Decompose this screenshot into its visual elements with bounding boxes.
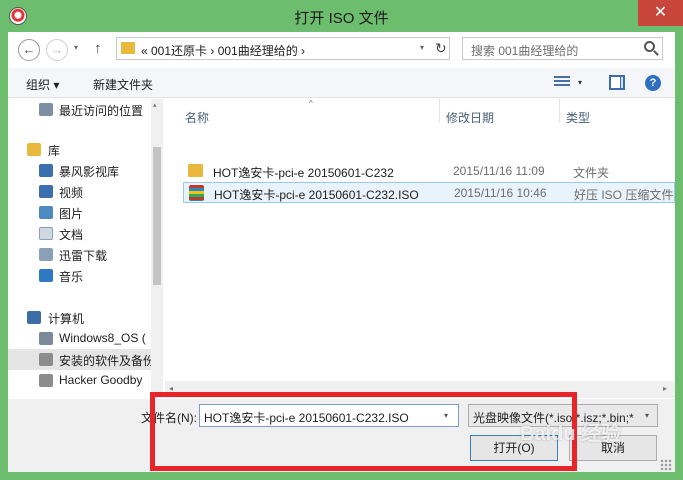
breadcrumb[interactable]: « 001还原卡 › 001曲经理给的 › xyxy=(141,42,305,59)
drive-icon xyxy=(39,332,53,345)
pictures-icon xyxy=(39,206,53,219)
download-icon xyxy=(39,248,53,261)
computer-icon xyxy=(27,311,41,324)
command-bar: 组织 ▾ 新建文件夹 ▾ ? xyxy=(8,68,675,98)
column-divider[interactable] xyxy=(439,99,440,123)
column-header-type[interactable]: 类型 xyxy=(566,109,590,126)
video-icon xyxy=(39,185,53,198)
library-icon xyxy=(27,143,41,156)
sort-indicator-icon: ^ xyxy=(309,99,313,108)
folder-icon xyxy=(188,164,203,177)
music-icon xyxy=(39,269,53,282)
sidebar-item-hacker-drive[interactable]: Hacker Goodby xyxy=(8,370,151,391)
table-row[interactable]: HOT逸安卡-pci-e 20150601-C232.ISO 2015/11/1… xyxy=(183,182,675,203)
column-header-name[interactable]: 名称 xyxy=(185,109,209,126)
highlight-annotation xyxy=(150,392,577,471)
help-icon[interactable]: ? xyxy=(645,75,661,91)
address-bar[interactable]: « 001还原卡 › 001曲经理给的 › ▾ ↻ xyxy=(116,37,450,60)
recent-locations-dropdown[interactable]: ▾ xyxy=(74,43,78,52)
resize-grip[interactable] xyxy=(660,459,672,471)
file-list: ^ 名称 修改日期 类型 HOT逸安卡-pci-e 20150601-C232 … xyxy=(165,99,675,399)
preview-pane-icon[interactable] xyxy=(609,75,625,90)
column-divider[interactable] xyxy=(559,99,560,123)
folder-icon xyxy=(121,42,135,54)
sidebar-item-software-drive[interactable]: 安装的软件及备份 xyxy=(8,349,155,370)
title-bar: 打开 ISO 文件 ✕ xyxy=(0,0,683,32)
change-view-icon[interactable] xyxy=(554,76,570,88)
watermark: Baidu 经验 xyxy=(520,423,622,445)
sidebar-item-documents[interactable]: 文档 xyxy=(8,223,151,244)
sidebar-item-baofeng[interactable]: 暴风影视库 xyxy=(8,160,151,181)
column-header-date[interactable]: 修改日期 xyxy=(446,109,494,126)
view-dropdown-icon[interactable]: ▾ xyxy=(578,78,582,87)
scroll-thumb[interactable] xyxy=(153,147,161,285)
search-icon[interactable] xyxy=(644,41,655,52)
back-button[interactable]: ← xyxy=(18,39,40,61)
documents-icon xyxy=(39,227,53,240)
table-row[interactable]: HOT逸安卡-pci-e 20150601-C232 2015/11/16 11… xyxy=(183,161,675,182)
sidebar-item-libraries[interactable]: 库 xyxy=(8,139,151,160)
sidebar-item-videos[interactable]: 视频 xyxy=(8,181,151,202)
archive-icon xyxy=(189,185,204,201)
drive-icon xyxy=(39,353,53,366)
drive-icon xyxy=(39,374,53,387)
sidebar-item-xunlei[interactable]: 迅雷下载 xyxy=(8,244,151,265)
refresh-icon[interactable]: ↻ xyxy=(435,40,447,57)
sidebar-item-recent[interactable]: 最近访问的位置 xyxy=(8,99,151,120)
navigation-pane: 最近访问的位置 库 暴风影视库 视频 图片 文档 迅雷下载 音乐 计算机 Win… xyxy=(8,99,163,399)
navigation-scrollbar[interactable]: ▴ xyxy=(151,99,163,399)
sidebar-item-pictures[interactable]: 图片 xyxy=(8,202,151,223)
address-dropdown-icon[interactable]: ▾ xyxy=(420,43,424,52)
video-library-icon xyxy=(39,164,53,177)
chevron-down-icon[interactable]: ▾ xyxy=(645,411,650,420)
search-placeholder: 搜索 001曲经理给的 xyxy=(471,44,579,58)
close-button[interactable]: ✕ xyxy=(638,0,683,26)
sidebar-item-windows-drive[interactable]: Windows8_OS ( xyxy=(8,328,151,349)
recent-places-icon xyxy=(39,103,53,116)
sidebar-item-computer[interactable]: 计算机 xyxy=(8,307,151,328)
sidebar-item-music[interactable]: 音乐 xyxy=(8,265,151,286)
scroll-up-icon[interactable]: ▴ xyxy=(153,101,157,109)
forward-button[interactable]: → xyxy=(46,39,68,61)
up-button[interactable]: ↑ xyxy=(94,40,102,57)
new-folder-button[interactable]: 新建文件夹 xyxy=(93,76,153,93)
window-title: 打开 ISO 文件 xyxy=(294,10,389,27)
scroll-right-icon[interactable]: ▸ xyxy=(663,384,667,393)
search-input[interactable]: 搜索 001曲经理给的 xyxy=(462,37,663,60)
organize-button[interactable]: 组织 ▾ xyxy=(26,76,59,93)
